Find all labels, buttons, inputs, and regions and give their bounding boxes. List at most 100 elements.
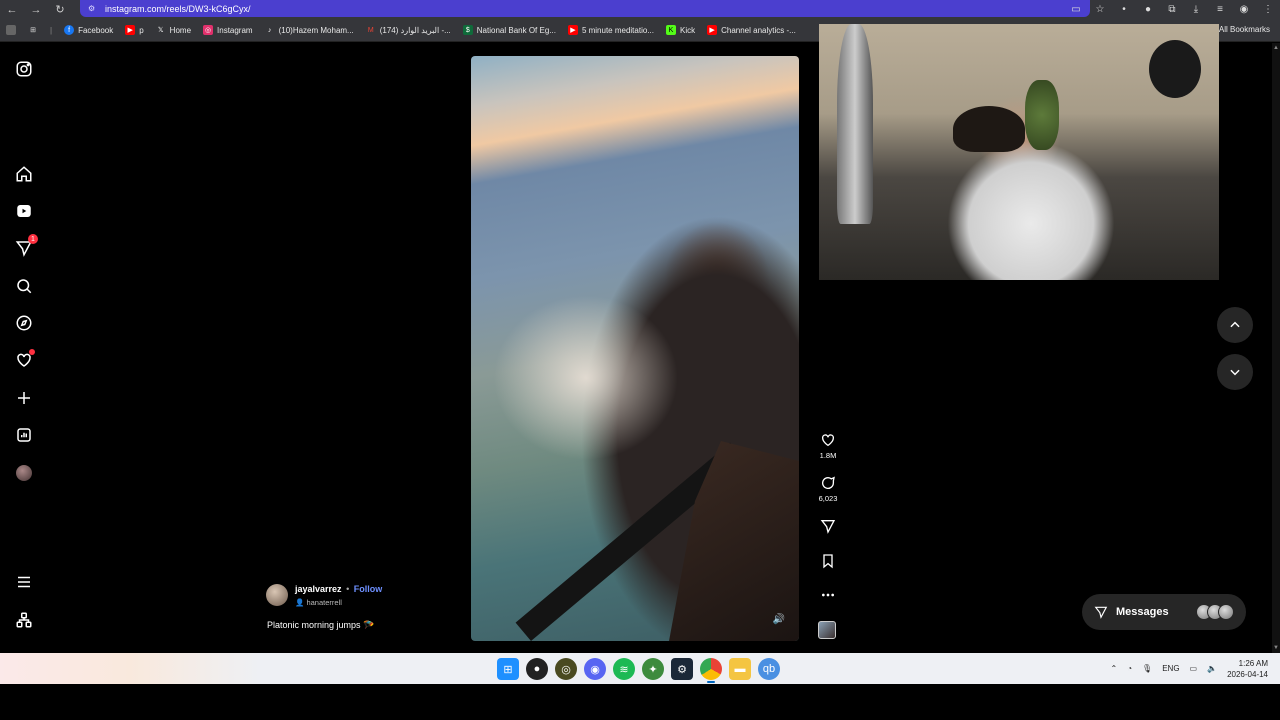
spotify-icon[interactable]: ≋ [613,658,635,680]
taskbar-widgets-area [0,653,260,684]
tray-overflow-icon[interactable]: ⌃ [1111,664,1118,673]
apps-grid-icon[interactable]: ⊞ [28,25,38,35]
windows-start-icon[interactable]: ⊞ [497,658,519,680]
profile-avatar[interactable]: ◉ [1232,4,1256,15]
forward-arrow-icon[interactable]: → [24,0,48,19]
clock[interactable]: 1:26 AM 2026-04-14 [1227,658,1268,680]
previous-reel-button[interactable] [1217,307,1253,343]
back-arrow-icon[interactable]: ← [0,0,24,19]
menu-kebab-icon[interactable]: ⋮ [1256,4,1280,15]
author-avatar[interactable] [266,584,288,606]
chevron-down-icon [1230,369,1240,376]
message-avatars [1196,604,1234,620]
bookmark-instagram[interactable]: ◎ Instagram [203,25,253,35]
reels-icon[interactable] [14,201,34,221]
youtube-icon: ▶ [125,25,136,35]
heart-icon [822,434,834,447]
letterbox-bottom [0,684,1280,720]
create-plus-icon[interactable] [14,388,34,408]
black-balloon [1149,40,1201,98]
more-options-button[interactable] [815,587,841,603]
discord-icon[interactable]: ◉ [584,658,606,680]
bookmark-nbe[interactable]: $ National Bank Of Eg... [462,25,556,35]
display-icon[interactable]: ▭ [1190,664,1198,673]
messages-label: Messages [1116,606,1169,618]
kick-icon: K [665,25,676,35]
scroll-up-icon[interactable]: ▲ [1273,45,1279,51]
reload-icon[interactable]: ↻ [48,0,72,19]
next-reel-button[interactable] [1217,354,1253,390]
webcam-overlay [819,24,1219,280]
volume-tray-icon[interactable]: 🔈 [1207,664,1217,673]
dashboard-icon[interactable] [14,425,34,445]
tab-search-icon[interactable] [6,25,16,35]
bookmark-tiktok[interactable]: ♪ (10)Hazem Moham... [265,25,354,35]
facebook-icon: f [64,25,75,35]
reel-author: jayalvarrez • Follow 👤 hanaterrell [266,584,382,607]
scroll-down-icon[interactable]: ▼ [1273,645,1279,651]
address-bar[interactable]: ⚙ instagram.com/reels/DW3-kC6gCyx/ [80,0,1090,17]
network-icon[interactable]: ◔ [1127,664,1132,673]
volume-icon[interactable]: 🔊 [771,611,787,627]
follow-button[interactable]: Follow [354,584,383,594]
bookmark-p[interactable]: ▶ p [125,25,144,35]
person-head [953,106,1025,152]
bookmark-star-icon[interactable]: ☆ [1088,4,1112,15]
share-button[interactable] [815,518,841,534]
steam-icon[interactable]: ⚙ [671,658,693,680]
instagram-sidebar: 1 [0,43,48,653]
pin-icon[interactable]: • [1112,4,1136,15]
explore-icon[interactable] [14,313,34,333]
bookmark-facebook[interactable]: f Facebook [64,25,113,35]
youtube-icon: ▶ [567,25,578,35]
site-info-icon[interactable]: ⚙ [88,4,98,13]
page-scrollbar[interactable]: ▲ ▼ [1272,43,1280,653]
download-icon[interactable]: ⤓ [1184,4,1208,15]
instagram-logo-icon[interactable] [14,59,34,79]
messages-button[interactable]: Messages [1082,594,1246,630]
browser-toolbar: ← → ↻ ⚙ instagram.com/reels/DW3-kC6gCyx/… [0,0,1280,19]
comments-count: 6,023 [818,494,838,503]
file-explorer-icon[interactable]: ▬ [729,658,751,680]
youtube-icon: ▶ [707,25,718,35]
audio-thumbnail[interactable] [818,621,836,639]
toolbar-right: ▭ ☆ • ● ⧉ ⤓ ≡ ◉ ⋮ [1064,0,1280,19]
bookmark-kick[interactable]: K Kick [665,25,695,35]
bank-icon: $ [462,25,473,35]
taskbar-apps: ⊞ ● ◎ ◉ ≋ ✦ ⚙ ▬ qb [497,658,780,683]
profile-avatar[interactable] [14,463,34,483]
app-icon-2[interactable]: ◎ [555,658,577,680]
save-button[interactable] [815,553,841,569]
home-icon[interactable] [14,164,34,184]
extensions-puzzle-icon[interactable]: ⧉ [1160,4,1184,15]
bookmark-home[interactable]: 𝕏 Home [156,25,191,35]
like-button[interactable]: 1.8M [815,432,841,460]
direct-messages-icon[interactable]: 1 [14,234,38,258]
bookmarks-divider: | [50,25,53,35]
reel-video[interactable]: 🔊 [471,56,799,641]
notification-badge: 1 [28,234,38,244]
cast-icon[interactable]: ▭ [1064,4,1088,15]
more-menu-icon[interactable] [14,572,34,592]
bookmark-meditation[interactable]: ▶ 5 minute meditatio... [567,25,654,35]
all-bookmarks-button[interactable]: All Bookmarks [1219,25,1270,34]
search-icon[interactable] [14,276,34,296]
reading-list-icon[interactable]: ≡ [1208,4,1232,15]
extension-circle-icon[interactable]: ● [1136,4,1160,15]
language-indicator[interactable]: ENG [1162,664,1179,673]
chrome-icon[interactable] [700,658,722,683]
tiktok-icon: ♪ [267,26,272,34]
notifications-heart-icon[interactable] [14,349,35,370]
app-icon-1[interactable]: ● [526,658,548,680]
bookmark-gmail[interactable]: M (174) البريد الوارد -... [366,25,451,35]
collaborator[interactable]: 👤 hanaterrell [295,598,382,607]
instagram-icon: ◎ [203,25,214,35]
also-from-meta-icon[interactable] [14,610,34,630]
bookmark-channel-analytics[interactable]: ▶ Channel analytics -... [707,25,796,35]
url-text[interactable]: instagram.com/reels/DW3-kC6gCyx/ [105,4,251,14]
comment-button[interactable]: 6,023 [815,475,841,503]
app-icon-4[interactable]: qb [758,658,780,680]
microphone-icon[interactable]: 🎙 [1142,664,1152,673]
author-username[interactable]: jayalvarrez [295,584,342,594]
app-icon-3[interactable]: ✦ [642,658,664,680]
